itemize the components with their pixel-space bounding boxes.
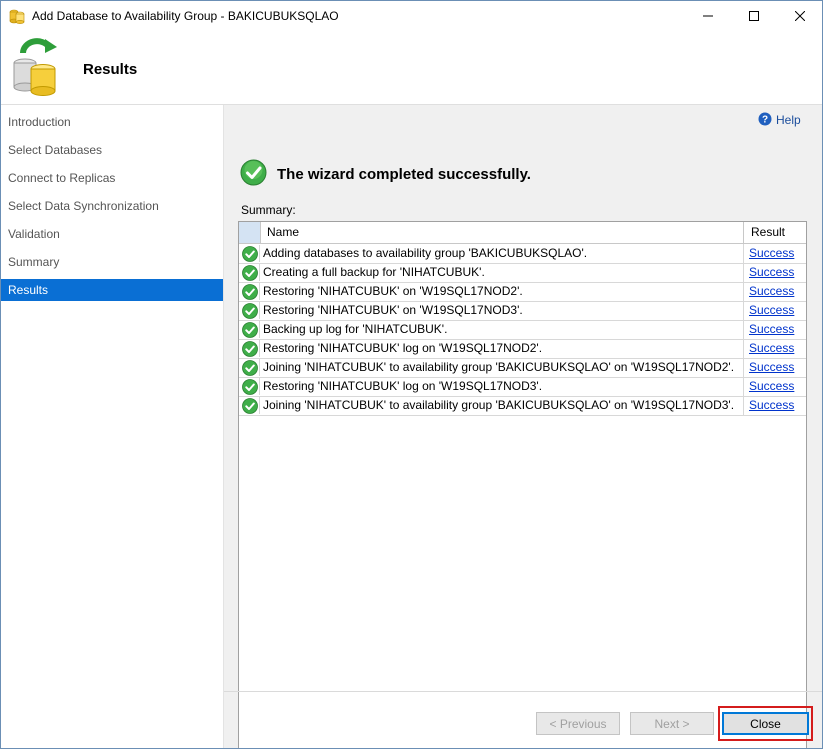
row-result-link[interactable]: Success	[745, 339, 806, 358]
success-check-icon	[240, 245, 260, 262]
summary-label: Summary:	[241, 203, 296, 217]
grid-corner	[239, 222, 261, 243]
page-header: Results	[1, 32, 822, 104]
success-check-icon	[240, 283, 260, 300]
wizard-window: Add Database to Availability Group - BAK…	[0, 0, 823, 749]
help-link[interactable]: ? Help	[758, 112, 801, 128]
row-result-link[interactable]: Success	[745, 396, 806, 415]
success-check-icon	[240, 264, 260, 281]
maximize-button[interactable]	[731, 1, 777, 32]
sidebar-item-introduction[interactable]: Introduction	[1, 111, 223, 133]
row-result-link[interactable]: Success	[745, 301, 806, 320]
row-name: Joining 'NIHATCUBUK' to availability gro…	[261, 396, 744, 415]
column-header-result[interactable]: Result	[745, 222, 806, 243]
table-row[interactable]: Adding databases to availability group '…	[239, 244, 806, 264]
sidebar-item-select-databases[interactable]: Select Databases	[1, 139, 223, 161]
row-name: Backing up log for 'NIHATCUBUK'.	[261, 320, 744, 339]
close-button-highlight	[718, 706, 813, 741]
minimize-icon	[703, 10, 713, 24]
title-bar: Add Database to Availability Group - BAK…	[1, 1, 822, 32]
sidebar-item-summary[interactable]: Summary	[1, 251, 223, 273]
row-name: Restoring 'NIHATCUBUK' on 'W19SQL17NOD3'…	[261, 301, 744, 320]
row-name: Restoring 'NIHATCUBUK' on 'W19SQL17NOD2'…	[261, 282, 744, 301]
wizard-steps-sidebar: Introduction Select Databases Connect to…	[1, 105, 224, 748]
row-result-link[interactable]: Success	[745, 244, 806, 263]
sidebar-item-validation[interactable]: Validation	[1, 223, 223, 245]
row-name: Adding databases to availability group '…	[261, 244, 744, 263]
sidebar-item-select-data-synchronization[interactable]: Select Data Synchronization	[1, 195, 223, 217]
table-row[interactable]: Restoring 'NIHATCUBUK' on 'W19SQL17NOD3'…	[239, 301, 806, 321]
results-panel: ? Help The wizard completed successfully…	[224, 105, 822, 748]
success-check-icon	[240, 302, 260, 319]
completion-status: The wizard completed successfully.	[240, 159, 531, 189]
row-result-link[interactable]: Success	[745, 263, 806, 282]
success-check-icon	[240, 159, 267, 189]
table-row[interactable]: Restoring 'NIHATCUBUK' log on 'W19SQL17N…	[239, 339, 806, 359]
help-label: Help	[776, 113, 801, 127]
svg-text:?: ?	[762, 114, 768, 125]
row-name: Restoring 'NIHATCUBUK' log on 'W19SQL17N…	[261, 377, 744, 396]
window-title: Add Database to Availability Group - BAK…	[32, 9, 339, 23]
row-name: Restoring 'NIHATCUBUK' log on 'W19SQL17N…	[261, 339, 744, 358]
close-window-button[interactable]	[777, 1, 822, 32]
sidebar-item-connect-to-replicas[interactable]: Connect to Replicas	[1, 167, 223, 189]
table-row[interactable]: Backing up log for 'NIHATCUBUK'. Success	[239, 320, 806, 340]
success-check-icon	[240, 321, 260, 338]
close-icon	[794, 10, 806, 24]
success-check-icon	[240, 378, 260, 395]
database-refresh-icon	[11, 37, 63, 97]
next-button[interactable]: Next >	[630, 712, 714, 735]
grid-header: Name Result	[239, 222, 806, 244]
page-title: Results	[83, 61, 138, 78]
success-check-icon	[240, 359, 260, 376]
table-row[interactable]: Restoring 'NIHATCUBUK' log on 'W19SQL17N…	[239, 377, 806, 397]
row-result-link[interactable]: Success	[745, 282, 806, 301]
completion-message: The wizard completed successfully.	[277, 165, 531, 183]
footer-divider	[224, 691, 822, 692]
row-name: Joining 'NIHATCUBUK' to availability gro…	[261, 358, 744, 377]
row-result-link[interactable]: Success	[745, 377, 806, 396]
table-row[interactable]: Joining 'NIHATCUBUK' to availability gro…	[239, 358, 806, 378]
table-row[interactable]: Restoring 'NIHATCUBUK' on 'W19SQL17NOD2'…	[239, 282, 806, 302]
success-check-icon	[240, 340, 260, 357]
summary-grid: Name Result Adding databases to availabi…	[238, 221, 807, 748]
sidebar-item-results[interactable]: Results	[1, 279, 223, 301]
table-row[interactable]: Joining 'NIHATCUBUK' to availability gro…	[239, 396, 806, 416]
minimize-button[interactable]	[685, 1, 731, 32]
row-name: Creating a full backup for 'NIHATCUBUK'.	[261, 263, 744, 282]
table-row[interactable]: Creating a full backup for 'NIHATCUBUK'.…	[239, 263, 806, 283]
column-header-name[interactable]: Name	[261, 222, 744, 243]
previous-button[interactable]: < Previous	[536, 712, 620, 735]
row-result-link[interactable]: Success	[745, 358, 806, 377]
row-result-link[interactable]: Success	[745, 320, 806, 339]
success-check-icon	[240, 397, 260, 414]
app-database-icon	[9, 8, 25, 24]
maximize-icon	[749, 10, 759, 24]
help-icon: ?	[758, 112, 772, 129]
